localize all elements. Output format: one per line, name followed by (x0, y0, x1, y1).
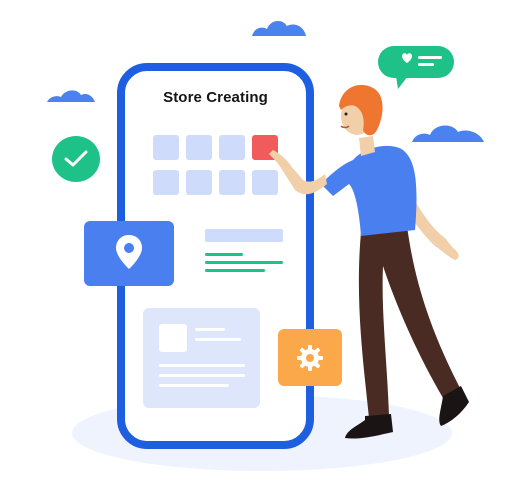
content-card (143, 308, 260, 408)
woman-illustration (269, 84, 469, 439)
card-line (159, 374, 245, 377)
card-line (195, 328, 225, 331)
card-line (159, 364, 245, 367)
grid-tile[interactable] (153, 170, 179, 195)
check-badge (52, 136, 100, 182)
card-thumbnail (159, 324, 187, 352)
card-line (195, 338, 241, 341)
location-card[interactable] (84, 221, 174, 286)
grid-tile[interactable] (153, 135, 179, 160)
grid-tile[interactable] (219, 135, 245, 160)
grid-tile[interactable] (186, 170, 212, 195)
grid-tile[interactable] (186, 135, 212, 160)
text-line (205, 253, 243, 256)
location-pin-icon (116, 235, 142, 269)
grid-tile[interactable] (219, 170, 245, 195)
cloud-icon (47, 90, 95, 102)
card-line (159, 384, 229, 387)
cloud-icon (252, 20, 306, 36)
checkmark-icon (64, 150, 88, 167)
